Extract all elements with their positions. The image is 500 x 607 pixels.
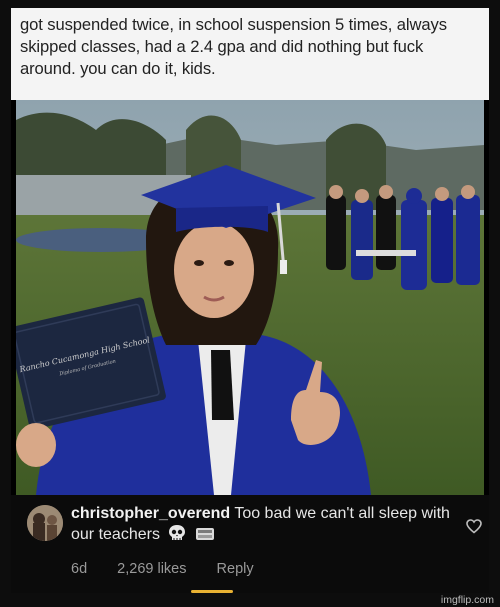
watermark: imgflip.com: [440, 594, 494, 606]
graduation-photo: Rancho Cucamonga High School Diploma of …: [16, 100, 484, 495]
meme-frame: got suspended twice, in school suspensio…: [11, 8, 489, 593]
girl-left-hand: [16, 423, 56, 467]
comment-body: christopher_overend Too bad we can't all…: [71, 503, 451, 548]
avatar[interactable]: [27, 505, 63, 541]
comment-likes[interactable]: 2,269 likes: [117, 561, 186, 577]
keyboard-emoji: [195, 526, 215, 548]
comment-username[interactable]: christopher_overend: [71, 505, 230, 522]
reply-button[interactable]: Reply: [217, 561, 254, 577]
photo-illustration: Rancho Cucamonga High School Diploma of …: [16, 100, 484, 495]
comment-meta: 6d 2,269 likes Reply: [71, 561, 280, 577]
caption-text: got suspended twice, in school suspensio…: [20, 15, 447, 78]
skull-emoji: [168, 524, 186, 548]
comment-age: 6d: [71, 561, 88, 577]
heart-icon[interactable]: [466, 519, 482, 539]
caption-panel: got suspended twice, in school suspensio…: [11, 8, 489, 100]
scroll-indicator: [191, 590, 233, 593]
comment-row: christopher_overend Too bad we can't all…: [11, 495, 489, 593]
avatar-image: [27, 505, 63, 541]
